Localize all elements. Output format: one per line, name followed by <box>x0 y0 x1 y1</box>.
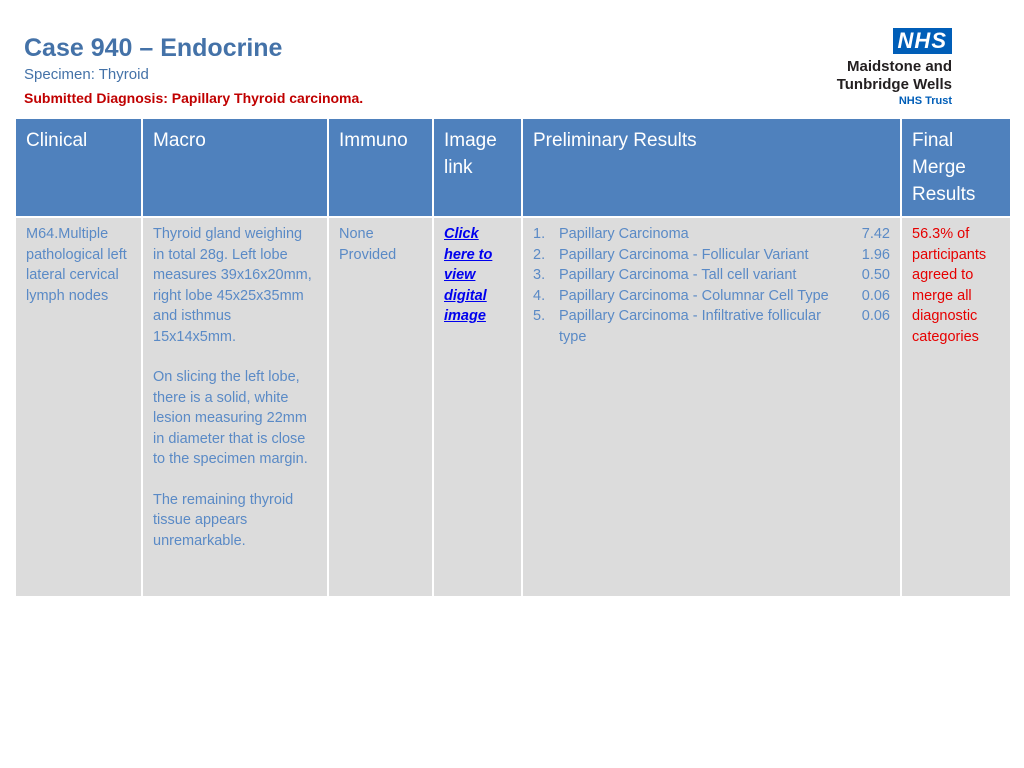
table-header-row: Clinical Macro Immuno Image link Prelimi… <box>14 117 1012 218</box>
result-value: 0.50 <box>861 267 890 283</box>
table-row: M64.Multiple pathological left lateral c… <box>14 216 1012 598</box>
list-item: 1. Papillary Carcinoma 7.42 <box>533 224 890 245</box>
result-value: 1.96 <box>861 246 890 263</box>
header-immuno: Immuno <box>327 117 434 218</box>
preliminary-results-cell: 1. Papillary Carcinoma 7.42 2. Papillary… <box>521 216 902 598</box>
digital-image-link[interactable]: Click here to view digital image <box>444 226 492 324</box>
clinical-cell: M64.Multiple pathological left lateral c… <box>14 216 143 598</box>
submitted-diagnosis: Submitted Diagnosis: Papillary Thyroid c… <box>24 90 364 106</box>
result-number: 5. <box>533 308 546 324</box>
result-value: 0.06 <box>861 308 890 324</box>
list-item: 5. Papillary Carcinoma - Infiltrative fo… <box>533 306 890 347</box>
header-image-link: Image link <box>432 117 523 218</box>
result-number: 1. <box>533 226 546 242</box>
result-number: 4. <box>533 287 546 304</box>
image-link-cell: Click here to view digital image <box>432 216 523 598</box>
slide: Case 940 – Endocrine Specimen: Thyroid S… <box>0 0 1024 768</box>
header-clinical: Clinical <box>14 117 143 218</box>
result-name: Papillary Carcinoma - Infiltrative folli… <box>559 308 821 345</box>
immuno-cell: None Provided <box>327 216 434 598</box>
nhs-trust-logo: NHS Maidstone and Tunbridge Wells NHS Tr… <box>812 28 952 108</box>
list-item: 3. Papillary Carcinoma - Tall cell varia… <box>533 265 890 286</box>
macro-paragraph: Thyroid gland weighing in total 28g. Lef… <box>153 226 312 345</box>
case-title: Case 940 – Endocrine <box>24 34 283 62</box>
list-item: 2. Papillary Carcinoma - Follicular Vari… <box>533 245 890 266</box>
result-value: 7.42 <box>861 226 890 242</box>
nhs-org-line1: Maidstone and <box>846 58 952 75</box>
macro-paragraph: On slicing the left lobe, there is a sol… <box>153 369 308 467</box>
case-header: Case 940 – Endocrine Specimen: Thyroid S… <box>24 32 363 110</box>
macro-paragraph: The remaining thyroid tissue appears unr… <box>153 491 294 549</box>
nhs-logo-box: NHS <box>892 28 952 54</box>
result-name: Papillary Carcinoma - Columnar Cell Type <box>559 287 829 304</box>
macro-cell: Thyroid gland weighing in total 28g. Lef… <box>141 216 329 598</box>
result-name: Papillary Carcinoma - Tall cell variant <box>559 267 797 283</box>
case-table: Clinical Macro Immuno Image link Prelimi… <box>14 117 1012 598</box>
result-number: 2. <box>533 246 546 263</box>
header-preliminary-results: Preliminary Results <box>521 117 902 218</box>
result-name: Papillary Carcinoma <box>559 226 689 242</box>
result-number: 3. <box>533 267 546 283</box>
list-item: 4. Papillary Carcinoma - Columnar Cell T… <box>533 286 890 307</box>
result-name: Papillary Carcinoma - Follicular Variant <box>559 246 809 263</box>
nhs-trust-label: NHS Trust <box>898 95 952 107</box>
header-macro: Macro <box>141 117 329 218</box>
header-final-merge-results: Final Merge Results <box>900 117 1012 218</box>
nhs-org-line2: Tunbridge Wells <box>836 76 952 93</box>
specimen-label: Specimen: Thyroid <box>24 66 149 83</box>
preliminary-results-list: 1. Papillary Carcinoma 7.42 2. Papillary… <box>533 224 890 347</box>
result-value: 0.06 <box>861 287 890 304</box>
final-merge-results-cell: 56.3% of participants agreed to merge al… <box>900 216 1012 598</box>
